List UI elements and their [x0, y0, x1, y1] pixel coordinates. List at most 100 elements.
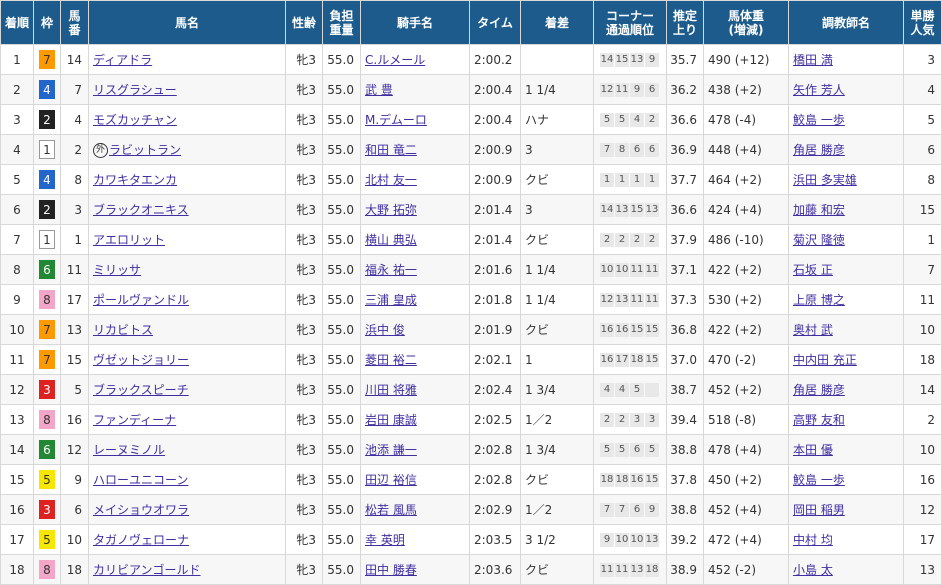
horse-name-link[interactable]: ディアドラ — [93, 53, 152, 67]
jockey-cell-text[interactable]: 幸 英明 — [365, 533, 405, 547]
corner-position: 7 — [600, 502, 614, 517]
time-cell-text: 2:00.9 — [474, 142, 513, 157]
trainer-cell-text[interactable]: 上原 博之 — [793, 293, 845, 307]
waku-badge: 3 — [39, 380, 55, 399]
waku-badge: 7 — [39, 50, 55, 69]
agari-cell: 36.6 — [666, 194, 704, 225]
trainer-cell: 橋田 満 — [788, 44, 904, 75]
weight-cell: 55.0 — [322, 524, 361, 555]
trainer-cell-text[interactable]: 角居 勝彦 — [793, 383, 845, 397]
popularity-cell: 7 — [903, 254, 942, 285]
horse-name-link[interactable]: カワキタエンカ — [93, 173, 177, 187]
horse-name-link[interactable]: モズカッチャン — [93, 113, 177, 127]
sex-age-cell: 牝3 — [285, 194, 323, 225]
waku-cell: 2 — [33, 194, 61, 225]
jockey-cell-text[interactable]: 和田 竜二 — [365, 143, 417, 157]
horse-name-link[interactable]: ファンディーナ — [93, 413, 176, 427]
waku-cell: 4 — [33, 164, 61, 195]
trainer-cell-text[interactable]: 中村 均 — [793, 533, 833, 547]
trainer-cell-text[interactable]: 鮫島 一歩 — [793, 113, 845, 127]
horse-name-link[interactable]: リカビトス — [93, 323, 153, 337]
agari-cell-text: 37.1 — [670, 262, 697, 277]
horse-name-link[interactable]: メイショウオワラ — [93, 503, 189, 517]
horse-name-link[interactable]: タガノヴェローナ — [93, 533, 189, 547]
trainer-cell-text[interactable]: 奥村 武 — [793, 323, 833, 337]
horse-name-link[interactable]: ポールヴァンドル — [93, 293, 189, 307]
horse-number-cell-text: 11 — [66, 262, 82, 277]
weight-cell-text: 55.0 — [327, 202, 354, 217]
popularity-cell-text: 11 — [919, 292, 935, 307]
jockey-cell-text[interactable]: 田辺 裕信 — [365, 473, 417, 487]
jockey-cell-text[interactable]: 浜中 俊 — [365, 323, 405, 337]
jockey-cell-text[interactable]: 大野 拓弥 — [365, 203, 417, 217]
jockey-cell-text[interactable]: 田中 勝春 — [365, 563, 417, 577]
header-margin: 着差 — [520, 0, 594, 45]
time-cell-text: 2:02.8 — [474, 472, 513, 487]
body-weight-cell: 452 (+2) — [703, 374, 789, 405]
horse-name-link[interactable]: レーヌミノル — [93, 443, 165, 457]
jockey-cell-text[interactable]: 北村 友一 — [365, 173, 417, 187]
margin-cell: クビ — [520, 464, 594, 495]
waku-badge: 8 — [39, 560, 55, 579]
jockey-cell-text[interactable]: 福永 祐一 — [365, 263, 417, 277]
jockey-cell-text[interactable]: 菱田 裕二 — [365, 353, 417, 367]
trainer-cell-text[interactable]: 岡田 稲男 — [793, 503, 845, 517]
corner-positions-cell: 14 13 15 13 — [593, 194, 667, 225]
time-cell-text: 2:00.9 — [474, 172, 513, 187]
corner-position: 2 — [600, 232, 614, 247]
waku-badge: 7 — [39, 350, 55, 369]
table-row: 18 8 18 カリビアンゴールド 牝3 55.0 田中 勝春 2:03.6 クビ 11 11 13 1… — [0, 554, 942, 585]
table-row: 16 3 6 メイショウオワラ 牝3 55.0 松若 風馬 2:02.9 1／2 7 7 6 9 38.8… — [0, 494, 942, 525]
trainer-cell-text[interactable]: 菊沢 隆徳 — [793, 233, 845, 247]
horse-name-link[interactable]: カリビアンゴールド — [93, 563, 201, 577]
trainer-cell-text[interactable]: 石坂 正 — [793, 263, 833, 277]
horse-name-link[interactable]: ミリッサ — [93, 263, 141, 277]
trainer-cell-text[interactable]: 橋田 満 — [793, 53, 833, 67]
margin-cell: 1 3/4 — [520, 434, 594, 465]
corner-positions-cell: 16 17 18 15 — [593, 344, 667, 375]
horse-name-link[interactable]: アエロリット — [93, 233, 165, 247]
jockey-cell-text[interactable]: M.デムーロ — [365, 113, 427, 127]
body-weight-cell-text: 478 (+4) — [708, 442, 762, 457]
jockey-cell-text[interactable]: 池添 謙一 — [365, 443, 417, 457]
jockey-cell-text[interactable]: C.ルメール — [365, 53, 425, 67]
corner-position: 2 — [615, 232, 629, 247]
horse-name-link[interactable]: ブラックオニキス — [93, 203, 189, 217]
trainer-cell-text[interactable]: 鮫島 一歩 — [793, 473, 845, 487]
jockey-cell-text[interactable]: 岩田 康誠 — [365, 413, 417, 427]
weight-cell: 55.0 — [322, 344, 361, 375]
trainer-cell-text[interactable]: 本田 優 — [793, 443, 833, 457]
agari-cell-text: 35.7 — [670, 52, 697, 67]
horse-name-cell: カワキタエンカ — [88, 164, 286, 195]
jockey-cell-text[interactable]: 川田 将雅 — [365, 383, 417, 397]
horse-name-link[interactable]: ブラックスピーチ — [93, 383, 189, 397]
margin-cell: 3 — [520, 194, 594, 225]
trainer-cell-text[interactable]: 角居 勝彦 — [793, 143, 845, 157]
horse-name-link[interactable]: ヴゼットジョリー — [93, 353, 189, 367]
agari-cell-text: 38.7 — [670, 382, 697, 397]
horse-name-link[interactable]: リスグラシュー — [93, 83, 177, 97]
corner-position: 1 — [645, 172, 659, 187]
jockey-cell-text[interactable]: 松若 風馬 — [365, 503, 417, 517]
jockey-cell-text[interactable]: 三浦 皇成 — [365, 293, 417, 307]
trainer-cell-text[interactable]: 高野 友和 — [793, 413, 845, 427]
horse-name-link[interactable]: ハローユニコーン — [93, 473, 188, 487]
header-waku: 枠 — [33, 0, 61, 45]
margin-cell-text: クビ — [525, 473, 550, 487]
popularity-cell: 10 — [903, 314, 942, 345]
header-sex-age: 性齢 — [285, 0, 323, 45]
weight-cell: 55.0 — [322, 194, 361, 225]
trainer-cell-text[interactable]: 中内田 充正 — [793, 353, 857, 367]
trainer-cell-text[interactable]: 小島 太 — [793, 563, 833, 577]
trainer-cell-text[interactable]: 加藤 和宏 — [793, 203, 845, 217]
horse-name-link[interactable]: ラビットラン — [109, 143, 181, 157]
agari-cell-text: 37.8 — [670, 472, 697, 487]
rank-cell: 1 — [0, 44, 34, 75]
jockey-cell-text[interactable]: 横山 典弘 — [365, 233, 417, 247]
trainer-cell-text[interactable]: 矢作 芳人 — [793, 83, 845, 97]
horse-number-cell: 1 — [60, 224, 89, 255]
jockey-cell-text[interactable]: 武 豊 — [365, 83, 393, 97]
time-cell: 2:01.4 — [469, 224, 521, 255]
trainer-cell-text[interactable]: 浜田 多実雄 — [793, 173, 857, 187]
corner-position: 2 — [630, 232, 644, 247]
